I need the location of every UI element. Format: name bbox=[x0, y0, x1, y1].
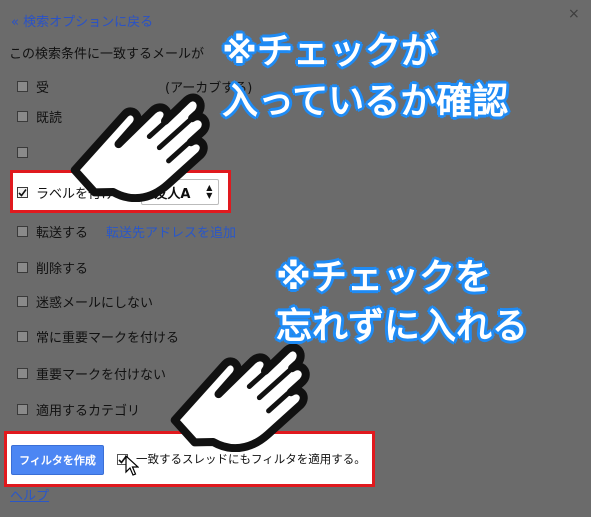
checkbox[interactable] bbox=[17, 80, 28, 92]
pointing-hand-icon bbox=[70, 93, 210, 202]
add-forward-address-link[interactable]: 転送先アドレスを追加 bbox=[106, 222, 236, 241]
callout-check-top-line1: ※チェックが bbox=[222, 31, 437, 72]
option-row-category[interactable]: 適用するカテゴリ bbox=[17, 398, 140, 420]
callout-check-bottom-line1: ※チェックを bbox=[276, 257, 491, 298]
option-row-delete[interactable]: 削除する bbox=[17, 256, 88, 278]
create-filter-button[interactable]: フィルタを作成 bbox=[11, 445, 104, 475]
option-row-forward[interactable]: 転送する 転送先アドレスを追加 bbox=[17, 220, 236, 242]
option-label: 削除する bbox=[36, 261, 89, 277]
option-label: 迷惑メールにしない bbox=[36, 295, 154, 311]
back-to-search-options-link[interactable]: « 検索オプションに戻る bbox=[11, 11, 153, 30]
checkbox[interactable] bbox=[17, 330, 28, 342]
option-label: 適用するカテゴリ bbox=[36, 403, 141, 419]
checkbox[interactable] bbox=[17, 261, 28, 273]
callout-check-bottom-line2: 忘れずに入れる bbox=[276, 306, 529, 347]
filter-dialog: « 検索オプションに戻る × この検索条件に一致するメールが 受 (アーカブする… bbox=[0, 0, 591, 517]
apply-to-matching-label: 一致するスレッドにもフィルタを適用する。 bbox=[136, 452, 366, 466]
close-icon[interactable]: × bbox=[568, 6, 580, 22]
mouse-cursor-icon bbox=[125, 455, 139, 476]
label-checkbox[interactable] bbox=[17, 186, 28, 198]
option-label: 転送する bbox=[36, 225, 89, 241]
checkbox[interactable] bbox=[17, 295, 28, 307]
checkbox[interactable] bbox=[17, 367, 28, 379]
checkbox[interactable] bbox=[17, 225, 28, 237]
callout-check-top-line2: 入っているか確認 bbox=[222, 81, 509, 122]
option-row-never-spam[interactable]: 迷惑メールにしない bbox=[17, 290, 153, 312]
help-link[interactable]: ヘルプ bbox=[10, 485, 49, 504]
checkbox[interactable] bbox=[17, 403, 28, 415]
option-row-star[interactable] bbox=[17, 141, 36, 163]
checkbox[interactable] bbox=[17, 146, 28, 158]
checkbox[interactable] bbox=[17, 110, 28, 122]
